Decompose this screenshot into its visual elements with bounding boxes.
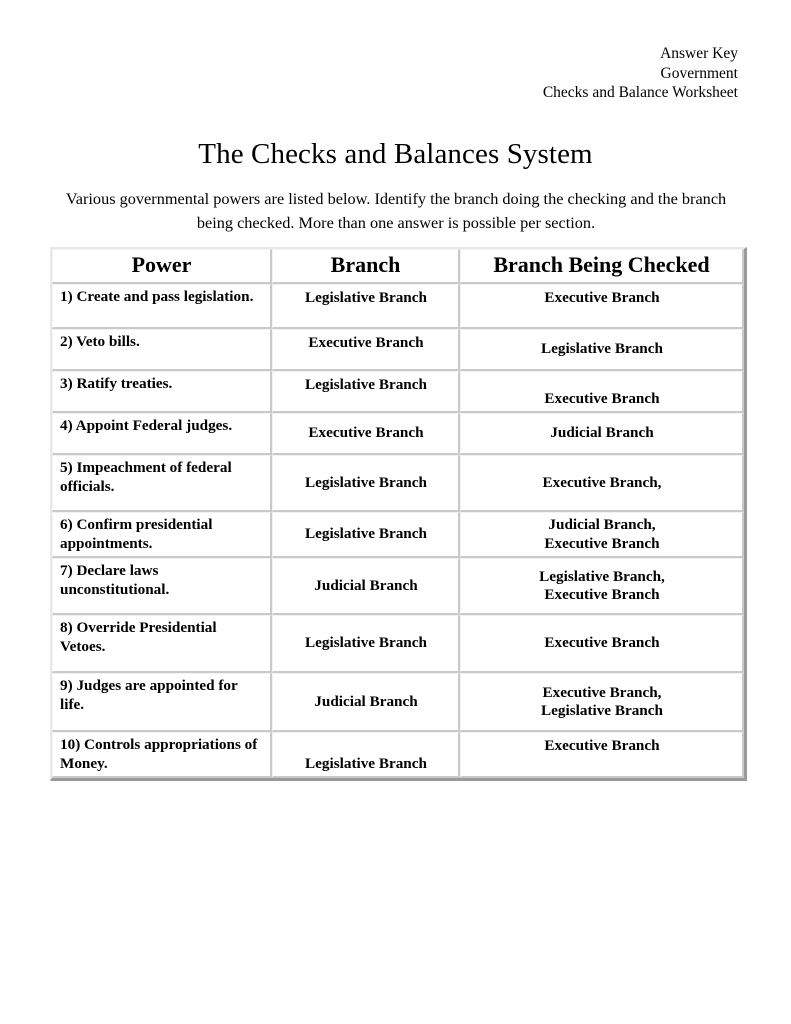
cell-branch-checked: Executive Branch, [460, 455, 744, 512]
cell-power: 7) Declare laws unconstitutional. [52, 558, 272, 615]
table-row: 4) Appoint Federal judges. Executive Bra… [52, 413, 744, 455]
table-row: 1) Create and pass legislation. Legislat… [52, 284, 744, 329]
cell-power: 2) Veto bills. [52, 329, 272, 371]
cell-power: 6) Confirm presidential appointments. [52, 512, 272, 558]
cell-branch-checked: Legislative Branch, Executive Branch [460, 558, 744, 615]
cell-branch: Legislative Branch [272, 455, 460, 512]
cell-branch-checked: Executive Branch [460, 371, 744, 413]
worksheet-page: Answer Key Government Checks and Balance… [0, 0, 791, 1024]
cell-branch-checked: Executive Branch, Legislative Branch [460, 673, 744, 732]
cell-line: Legislative Branch [541, 702, 663, 719]
table-row: 8) Override Presidential Vetoes. Legisla… [52, 615, 744, 673]
checks-balances-table: Power Branch Branch Being Checked 1) Cre… [50, 247, 747, 781]
cell-branch-checked: Judicial Branch, Executive Branch [460, 512, 744, 558]
cell-branch-checked: Judicial Branch [460, 413, 744, 455]
column-header-power: Power [52, 249, 272, 284]
table-row: 9) Judges are appointed for life. Judici… [52, 673, 744, 732]
cell-line: Legislative Branch [305, 376, 427, 393]
cell-line: Judicial Branch [314, 576, 418, 594]
cell-line: Executive Branch [544, 289, 660, 306]
cell-line: Executive Branch, [542, 683, 662, 701]
cell-branch: Executive Branch [272, 413, 460, 455]
page-title: The Checks and Balances System [198, 138, 593, 171]
header-line-answer-key: Answer Key [660, 45, 738, 62]
cell-power: 10) Controls appropriations of Money. [52, 732, 272, 778]
table-row: 6) Confirm presidential appointments. Le… [52, 512, 744, 558]
column-header-branch-being-checked: Branch Being Checked [460, 249, 744, 284]
cell-branch: Legislative Branch [272, 371, 460, 413]
cell-line: Legislative Branch [305, 754, 427, 772]
cell-branch: Executive Branch [272, 329, 460, 371]
header-line-subject: Government [660, 64, 738, 82]
cell-line: Judicial Branch [550, 424, 654, 442]
cell-line: Judicial Branch [314, 692, 418, 710]
table-body: 1) Create and pass legislation. Legislat… [52, 284, 744, 778]
cell-line: Judicial Branch, [548, 516, 656, 533]
table-header-row: Power Branch Branch Being Checked [52, 249, 744, 284]
table-row: 5) Impeachment of federal officials. Leg… [52, 455, 744, 512]
cell-power: 9) Judges are appointed for life. [52, 673, 272, 732]
column-header-branch: Branch [272, 249, 460, 284]
cell-line: Executive Branch [544, 389, 660, 407]
checks-balances-table-wrapper: Power Branch Branch Being Checked 1) Cre… [50, 247, 747, 781]
cell-branch: Judicial Branch [272, 673, 460, 732]
cell-power: 4) Appoint Federal judges. [52, 413, 272, 455]
cell-line: Executive Branch [544, 634, 660, 652]
cell-branch: Judicial Branch [272, 558, 460, 615]
cell-branch-checked: Legislative Branch [460, 329, 744, 371]
table-row: 10) Controls appropriations of Money. Le… [52, 732, 744, 778]
cell-line: Executive Branch [544, 534, 660, 552]
cell-line: Legislative Branch, [539, 567, 665, 585]
table-row: 2) Veto bills. Executive Branch Legislat… [52, 329, 744, 371]
cell-branch: Legislative Branch [272, 615, 460, 673]
cell-line: Executive Branch [544, 586, 660, 603]
cell-power: 3) Ratify treaties. [52, 371, 272, 413]
table-row: 7) Declare laws unconstitutional. Judici… [52, 558, 744, 615]
cell-line: Executive Branch [308, 334, 424, 351]
header-line-worksheet: Checks and Balance Worksheet [542, 84, 738, 101]
cell-power: 5) Impeachment of federal officials. [52, 455, 272, 512]
cell-branch: Legislative Branch [272, 284, 460, 329]
cell-branch-checked: Executive Branch [460, 615, 744, 673]
cell-branch: Legislative Branch [272, 732, 460, 778]
table-row: 3) Ratify treaties. Legislative Branch E… [52, 371, 744, 413]
cell-branch-checked: Executive Branch [460, 732, 744, 778]
cell-line: Executive Branch [308, 424, 424, 442]
cell-line: Executive Branch, [542, 473, 662, 491]
cell-power: 1) Create and pass legislation. [52, 284, 272, 329]
document-header: Answer Key Government Checks and Balance… [543, 44, 738, 103]
cell-branch-checked: Executive Branch [460, 284, 744, 329]
cell-line: Legislative Branch [305, 634, 427, 652]
cell-line: Legislative Branch [541, 340, 663, 358]
cell-line: Executive Branch [544, 737, 660, 754]
instructions-text: Various governmental powers are listed b… [65, 189, 727, 233]
cell-line: Legislative Branch [305, 289, 427, 306]
cell-line: Legislative Branch [305, 473, 427, 491]
cell-line: Legislative Branch [305, 525, 427, 543]
cell-power: 8) Override Presidential Vetoes. [52, 615, 272, 673]
cell-branch: Legislative Branch [272, 512, 460, 558]
